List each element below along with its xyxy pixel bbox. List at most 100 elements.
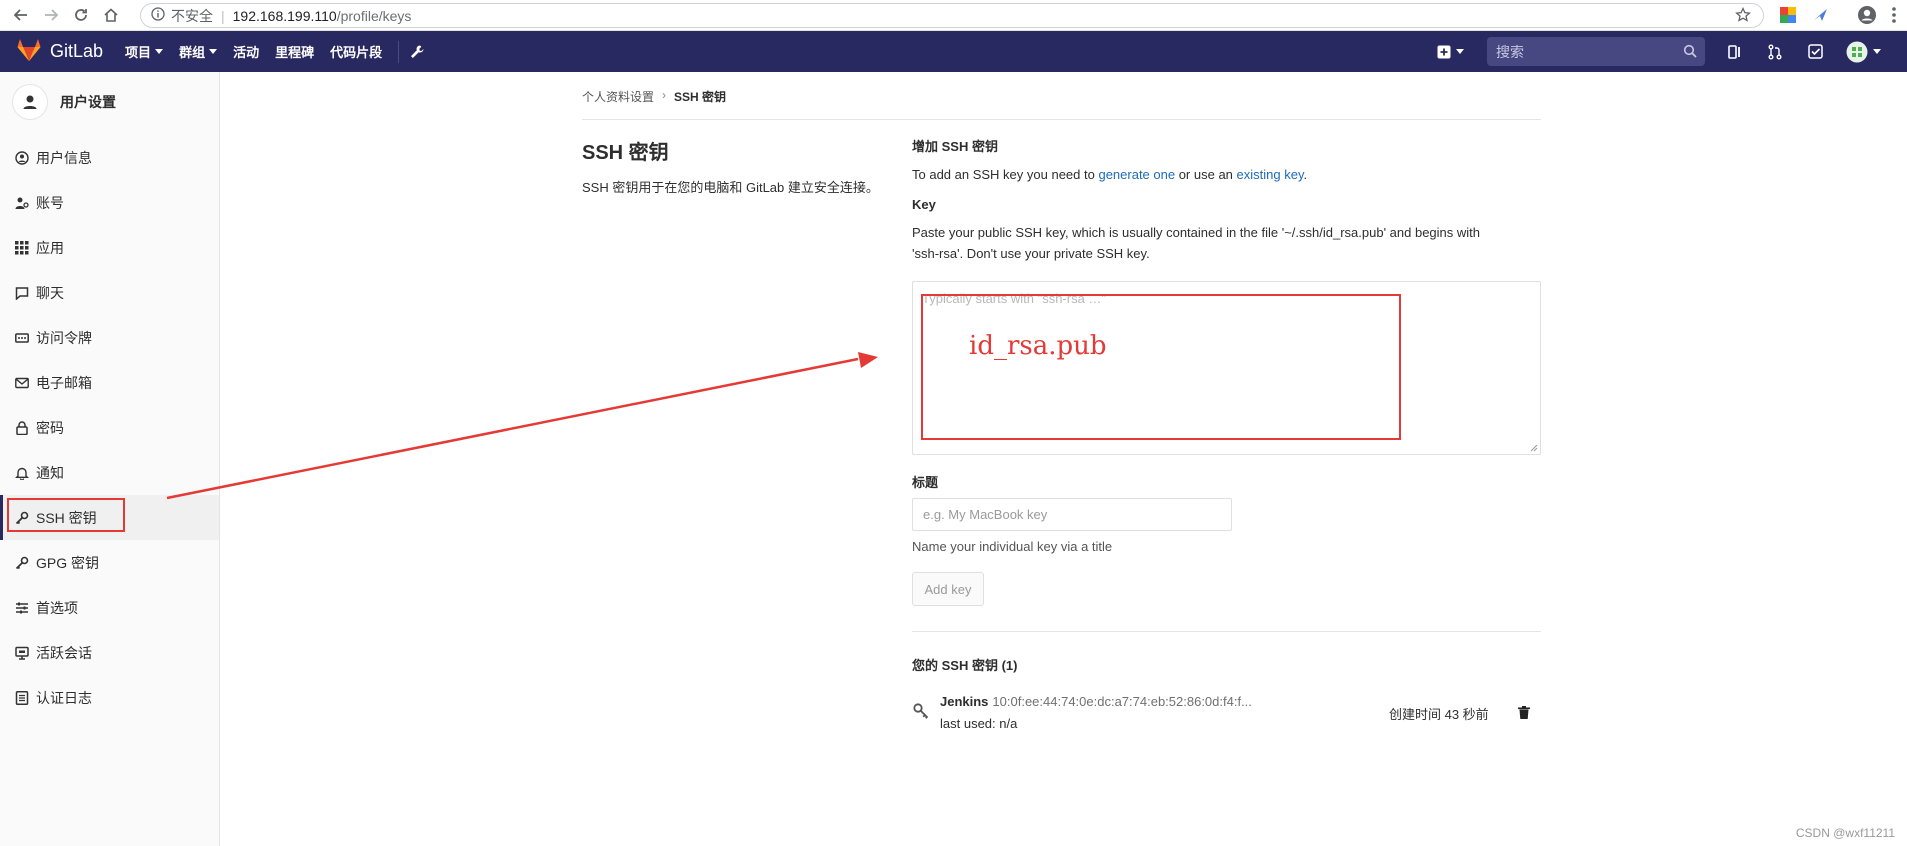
sidebar-item-notifications[interactable]: 通知 [0,450,219,495]
key-last-used: last used: n/a [940,716,1018,731]
menu-divider [398,40,400,63]
extension-bird-icon[interactable] [1811,5,1831,25]
sidebar-item-label: 访问令牌 [36,329,92,346]
address-bar[interactable]: 不安全 | 192.168.199.110/profile/keys [140,3,1764,28]
section-divider [912,631,1541,632]
mail-icon [15,377,29,388]
search-input[interactable]: 搜索 [1487,37,1705,66]
intro-middle: or use an [1175,167,1237,182]
intro-suffix: . [1303,167,1308,182]
breadcrumb-current[interactable]: SSH 密钥 [674,88,726,105]
sidebar-item-account[interactable]: 账号 [0,180,219,225]
sidebar-item-preferences[interactable]: 首选项 [0,585,219,630]
todos-icon[interactable] [1805,42,1825,62]
page-title: SSH 密钥 [582,142,669,164]
bookmark-star-icon[interactable] [1735,6,1751,26]
sidebar-item-label: 通知 [36,464,64,481]
breadcrumb-parent[interactable]: 个人资料设置 [582,88,654,105]
sidebar-item-auth-log[interactable]: 认证日志 [0,675,219,720]
sidebar-title: 用户设置 [60,94,116,110]
forward-icon[interactable] [38,2,64,28]
sidebar-item-applications[interactable]: 应用 [0,225,219,270]
settings-sidebar: 用户设置 用户信息 账号 应用 聊天 访问令牌 电子邮箱 密码 通知 SSH 密… [0,72,220,846]
security-label: 不安全 [171,7,213,24]
sidebar-item-label: 认证日志 [36,689,92,706]
add-key-intro: To add an SSH key you need to generate o… [912,164,1541,185]
add-ssh-key-form: 增加 SSH 密钥 To add an SSH key you need to … [912,136,1541,264]
gpg-key-icon [15,556,29,569]
intro-prefix: To add an SSH key you need to [912,167,1099,182]
sidebar-header[interactable]: 用户设置 [0,72,219,132]
sidebar-item-access-tokens[interactable]: 访问令牌 [0,315,219,360]
menu-milestones[interactable]: 里程碑 [275,42,314,61]
sidebar-item-label: 密码 [36,419,64,436]
add-key-button[interactable]: Add key [912,572,984,606]
list-item[interactable]: Jenkins 10:0f:ee:44:74:0e:dc:a7:74:eb:52:… [912,692,1541,736]
applications-icon [15,240,29,254]
menu-projects[interactable]: 项目 [125,42,164,61]
menu-groups[interactable]: 群组 [179,42,218,61]
sidebar-item-label: 用户信息 [36,149,92,166]
generate-one-link[interactable]: generate one [1098,167,1175,182]
info-icon[interactable] [151,7,165,24]
gitlab-home-link[interactable]: GitLab [16,38,103,65]
extension-colorful-icon[interactable] [1778,5,1798,25]
sidebar-item-label: 电子邮箱 [36,374,92,391]
url-path: /profile/keys [336,7,412,24]
chevron-down-icon [155,49,164,54]
breadcrumb-separator: › [662,88,667,102]
reload-icon[interactable] [68,2,94,28]
gitlab-logo-text: GitLab [50,41,104,61]
menu-snippets[interactable]: 代码片段 [330,42,382,61]
account-icon [15,197,29,209]
person-icon [23,95,37,109]
sidebar-item-active-sessions[interactable]: 活跃会话 [0,630,219,675]
chevron-down-icon [1872,49,1881,54]
ssh-keys-intro: SSH 密钥 SSH 密钥用于在您的电脑和 GitLab 建立安全连接。 [582,136,882,199]
chat-icon [15,286,29,300]
menu-activity[interactable]: 活动 [233,42,259,61]
page-description: SSH 密钥用于在您的电脑和 GitLab 建立安全连接。 [582,180,879,195]
avatar-icon [1846,41,1867,62]
sidebar-item-label: 活跃会话 [36,644,92,661]
back-icon[interactable] [8,2,34,28]
sidebar-item-label: 聊天 [36,284,64,301]
annotation-highlight-box [7,498,125,532]
new-plus-icon[interactable] [1433,42,1467,62]
sidebar-item-label: 账号 [36,194,64,211]
delete-trash-icon[interactable] [1518,706,1530,722]
user-icon [15,150,29,165]
menu-projects-label: 项目 [125,45,152,60]
search-icon [1683,44,1697,61]
key-icon [912,702,930,723]
browser-menu-icon[interactable] [1884,5,1904,25]
sidebar-item-emails[interactable]: 电子邮箱 [0,360,219,405]
key-fingerprint: 10:0f:ee:44:74:0e:dc:a7:74:eb:52:86:0d:f… [992,694,1252,709]
merge-requests-icon[interactable] [1765,42,1785,62]
home-icon[interactable] [98,2,124,28]
chevron-down-icon [209,49,218,54]
admin-wrench-icon[interactable] [409,44,425,60]
browser-toolbar: 不安全 | 192.168.199.110/profile/keys [0,0,1907,31]
sidebar-item-gpg-keys[interactable]: GPG 密钥 [0,540,219,585]
address-separator: | [221,7,225,24]
url-host: 192.168.199.110 [232,7,337,24]
chevron-down-icon [1455,49,1464,54]
issues-icon[interactable] [1725,42,1745,62]
sidebar-item-profile[interactable]: 用户信息 [0,135,219,180]
sidebar-item-password[interactable]: 密码 [0,405,219,450]
log-icon [15,690,29,705]
key-help-line2: 'ssh-rsa'. Don't use your private SSH ke… [912,246,1150,261]
key-title[interactable]: Jenkins 10:0f:ee:44:74:0e:dc:a7:74:eb:52:… [940,694,1252,709]
profile-icon[interactable] [1857,5,1877,25]
resize-grip-icon[interactable] [1530,444,1538,452]
sidebar-item-chat[interactable]: 聊天 [0,270,219,315]
title-label: 标题 [912,475,939,490]
lock-icon [16,420,28,435]
key-name: Jenkins [940,694,989,709]
key-created: 创建时间 43 秒前 [1389,707,1489,722]
user-avatar-menu[interactable] [1845,41,1881,62]
title-input[interactable]: e.g. My MacBook key [912,498,1232,531]
token-icon [15,332,29,343]
existing-key-link[interactable]: existing key [1237,167,1304,182]
